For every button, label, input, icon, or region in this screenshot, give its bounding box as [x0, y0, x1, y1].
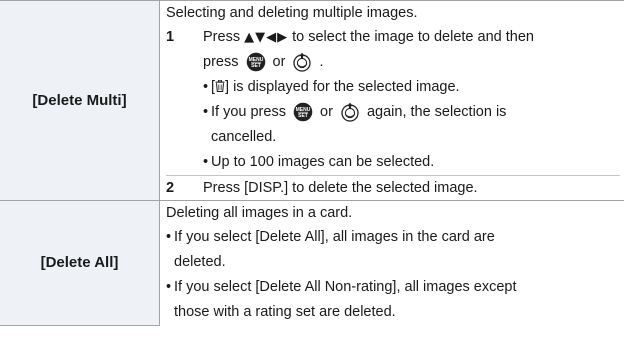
- step-text: Press [DISP.] to delete the selected ima…: [203, 180, 478, 196]
- bullet-item: • If you press MENU SET or again, the sele…: [166, 100, 620, 125]
- intro-text: Selecting and deleting multiple images.: [166, 5, 418, 21]
- svg-text:SET: SET: [298, 113, 308, 119]
- step-text: to select the image to delete and then: [288, 29, 534, 45]
- bullet-dot: •: [166, 279, 172, 295]
- arrow-keys-icon: ▲▼◀▶: [244, 30, 289, 45]
- joystick-press-icon: [340, 102, 360, 122]
- bullet-dot: •: [203, 79, 209, 95]
- bullet-text: again, the selection is: [362, 104, 507, 120]
- step-text: .: [315, 54, 324, 70]
- settings-table: [Delete Multi] Selecting and deleting mu…: [0, 0, 624, 326]
- step-number: 1: [166, 29, 175, 45]
- bullet-text: If you press: [211, 104, 290, 120]
- step-text: press: [203, 54, 243, 70]
- bullet-dot: •: [166, 229, 172, 245]
- bullet-item: • If you select [Delete All], all images …: [166, 225, 620, 250]
- step-text: Press: [203, 29, 245, 45]
- step-number: 2: [166, 180, 175, 196]
- step-1-line-2: press MENU SET or .: [166, 50, 620, 75]
- bullet-text: If you select [Delete All], all images i…: [174, 229, 495, 245]
- intro-text: Deleting all images in a card.: [166, 205, 353, 221]
- row-label-cell: [Delete All]: [0, 200, 160, 326]
- menu-set-button-icon: MENU SET: [293, 102, 313, 122]
- bullet-continuation: those with a rating set are deleted.: [174, 304, 396, 320]
- row-label-cell: [Delete Multi]: [0, 0, 160, 201]
- or-text: or: [268, 54, 290, 70]
- step-2-line: 2 Press [DISP.] to delete the selected im…: [166, 175, 620, 200]
- table-row: [Delete Multi] Selecting and deleting mu…: [0, 0, 624, 201]
- bullet-item: •[] is displayed for the selected image.: [166, 75, 620, 100]
- bullet-dot: •: [203, 104, 209, 120]
- bullet-text: Up to 100 images can be selected.: [211, 154, 435, 170]
- step-1-line-1: 1 Press ▲▼◀▶ to select the image to delet…: [166, 25, 620, 50]
- bullet-dot: •: [203, 154, 209, 170]
- row-label: [Delete All]: [40, 254, 119, 272]
- joystick-press-icon: [292, 52, 312, 72]
- row-description-cell: Selecting and deleting multiple images. …: [159, 0, 624, 201]
- trash-can-icon: [215, 76, 225, 92]
- bullet-continuation: cancelled.: [211, 129, 277, 145]
- bullet-continuation: deleted.: [174, 254, 226, 270]
- table-row: [Delete All] Deleting all images in a ca…: [0, 200, 624, 326]
- bullet-item: • If you select [Delete All Non-rating], …: [166, 275, 620, 300]
- bullet-item: • Up to 100 images can be selected.: [166, 150, 620, 175]
- row-label: [Delete Multi]: [32, 92, 127, 109]
- or-text: or: [315, 104, 337, 120]
- bullet-text: If you select [Delete All Non-rating], a…: [174, 279, 517, 295]
- svg-text:SET: SET: [251, 63, 261, 69]
- bullet-text: ] is displayed for the selected image.: [225, 79, 460, 95]
- row-description-cell: Deleting all images in a card. • If you s…: [159, 200, 624, 325]
- menu-set-button-icon: MENU SET: [246, 52, 266, 72]
